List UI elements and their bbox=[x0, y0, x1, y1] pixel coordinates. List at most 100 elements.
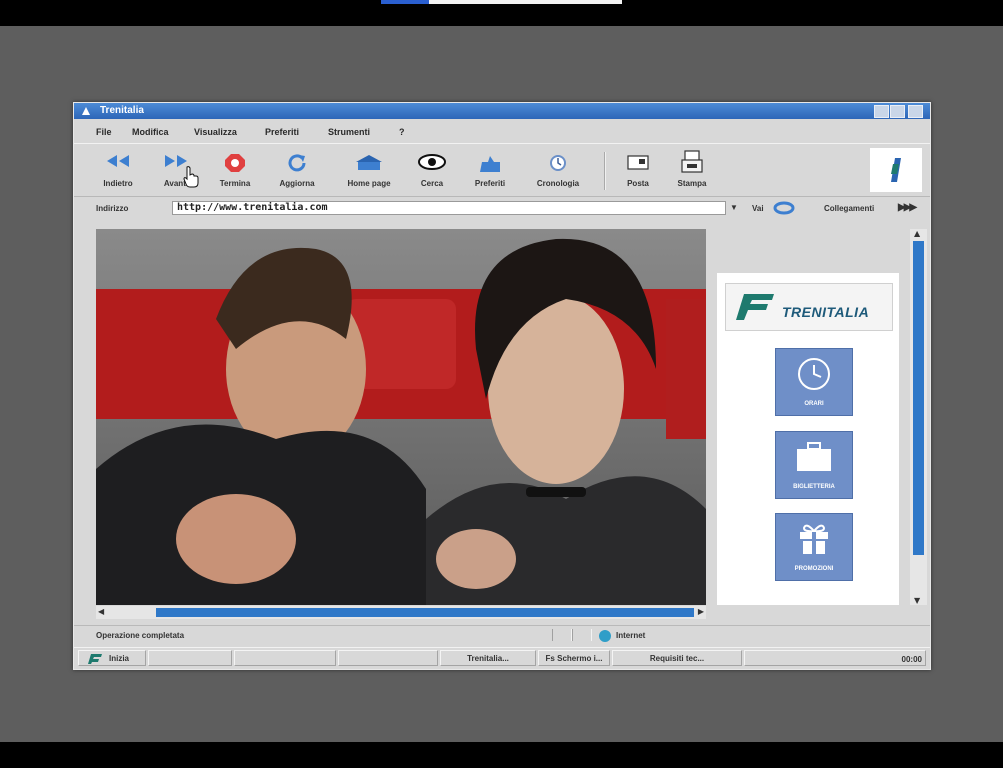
scroll-down-icon[interactable]: ▼ bbox=[914, 596, 920, 605]
taskbar-slot-empty bbox=[148, 650, 232, 666]
taskbar-item-requisiti[interactable]: Requisiti tec... bbox=[612, 650, 742, 666]
globe-icon bbox=[599, 630, 611, 642]
refresh-button[interactable]: Aggiorna bbox=[266, 144, 328, 196]
start-label: Inizia bbox=[109, 654, 130, 663]
trenitalia-logo[interactable]: TRENITALIA bbox=[725, 283, 893, 331]
history-label: Cronologia bbox=[536, 179, 580, 188]
people-photo bbox=[96, 229, 706, 605]
page-viewport: ◀ ▶ TRENITALIA ORARI BIGLIETTERIA PROMOZ… bbox=[94, 229, 930, 619]
address-label: Indirizzo bbox=[96, 204, 129, 213]
letterbox-top bbox=[0, 0, 1003, 26]
clock-icon bbox=[798, 358, 830, 390]
search-button[interactable]: Cerca bbox=[410, 144, 454, 196]
promozioni-label: PROMOZIONI bbox=[794, 566, 834, 572]
taskbar-slot-empty bbox=[234, 650, 336, 666]
hand-cursor-icon bbox=[183, 166, 199, 188]
scroll-left-icon[interactable]: ◀ bbox=[98, 607, 104, 616]
forward-button[interactable]: Avanti bbox=[148, 144, 204, 196]
start-logo-icon bbox=[88, 654, 102, 664]
app-icon bbox=[82, 107, 90, 115]
browser-throbber bbox=[870, 148, 922, 192]
letterbox-bottom bbox=[0, 742, 1003, 768]
browser-window: Trenitalia File Modifica Visualizza Pref… bbox=[73, 102, 931, 670]
toolbar: Indietro Avanti Termina Aggiorna Home pa… bbox=[74, 143, 930, 197]
home-button[interactable]: Home page bbox=[336, 144, 402, 196]
go-button[interactable]: Vai bbox=[752, 204, 764, 213]
promozioni-button[interactable]: PROMOZIONI bbox=[775, 513, 853, 581]
start-button[interactable]: Inizia bbox=[78, 650, 146, 666]
trenitalia-wordmark: TRENITALIA bbox=[782, 304, 870, 320]
stop-label: Termina bbox=[219, 179, 251, 188]
mail-button[interactable]: Posta bbox=[614, 144, 662, 196]
printer-icon bbox=[681, 150, 703, 173]
orari-button[interactable]: ORARI bbox=[775, 348, 853, 416]
stop-button[interactable]: Termina bbox=[208, 144, 262, 196]
briefcase-icon bbox=[797, 442, 831, 471]
menu-preferiti[interactable]: Preferiti bbox=[265, 127, 299, 137]
eye-search-icon bbox=[418, 154, 446, 170]
menu-strumenti[interactable]: Strumenti bbox=[328, 127, 370, 137]
print-label: Stampa bbox=[677, 179, 707, 188]
history-button[interactable]: Cronologia bbox=[526, 144, 590, 196]
go-refresh-icon[interactable] bbox=[773, 201, 795, 215]
back-arrow-icon bbox=[107, 155, 129, 167]
home-label: Home page bbox=[347, 179, 391, 188]
horizontal-scrollbar[interactable]: ◀ ▶ bbox=[96, 606, 706, 619]
search-label: Cerca bbox=[420, 179, 444, 188]
menu-file[interactable]: File bbox=[96, 127, 112, 137]
mail-icon bbox=[627, 155, 649, 170]
menu-modifica[interactable]: Modifica bbox=[132, 127, 169, 137]
biglietteria-label: BIGLIETTERIA bbox=[793, 484, 835, 490]
maximize-button[interactable] bbox=[890, 105, 905, 118]
address-dropdown-icon[interactable]: ▼ bbox=[730, 203, 738, 212]
scroll-right-icon[interactable]: ▶ bbox=[698, 607, 704, 616]
biglietteria-button[interactable]: BIGLIETTERIA bbox=[775, 431, 853, 499]
mail-label: Posta bbox=[627, 179, 649, 188]
menu-bar: File Modifica Visualizza Preferiti Strum… bbox=[74, 121, 930, 141]
back-button[interactable]: Indietro bbox=[88, 144, 148, 196]
status-cell bbox=[572, 629, 592, 641]
toolbar-separator bbox=[604, 152, 606, 190]
fs-logo-icon bbox=[736, 294, 774, 320]
home-icon bbox=[356, 155, 382, 170]
scroll-up-icon[interactable]: ▲ bbox=[914, 229, 920, 238]
print-button[interactable]: Stampa bbox=[666, 144, 718, 196]
clock: 00:00 bbox=[901, 655, 922, 664]
trenitalia-logo-icon bbox=[891, 158, 901, 182]
taskbar: Inizia Trenitalia... Fs Schermo i... Req… bbox=[74, 647, 930, 670]
status-cell bbox=[552, 629, 572, 641]
title-bar[interactable]: Trenitalia bbox=[74, 103, 930, 119]
stop-icon bbox=[225, 154, 245, 172]
address-input[interactable]: http://www.trenitalia.com bbox=[172, 201, 726, 215]
gift-icon bbox=[800, 524, 828, 554]
status-bar: Operazione completata Internet bbox=[74, 625, 930, 644]
side-panel: TRENITALIA ORARI BIGLIETTERIA PROMOZIONI bbox=[707, 229, 908, 605]
vertical-scrollbar[interactable]: ▲ ▼ bbox=[910, 229, 927, 605]
links-button[interactable]: Collegamenti bbox=[824, 204, 874, 213]
refresh-icon bbox=[288, 154, 306, 172]
orari-label: ORARI bbox=[804, 401, 824, 407]
window-title: Trenitalia bbox=[100, 105, 144, 116]
hero-photo bbox=[96, 229, 706, 605]
close-button[interactable] bbox=[908, 105, 923, 118]
menu-help[interactable]: ? bbox=[399, 127, 405, 137]
favorites-button[interactable]: Preferiti bbox=[462, 144, 518, 196]
minimize-button[interactable] bbox=[874, 105, 889, 118]
taskbar-item-trenitalia[interactable]: Trenitalia... bbox=[440, 650, 536, 666]
side-panel-content: TRENITALIA ORARI BIGLIETTERIA PROMOZIONI bbox=[717, 273, 899, 605]
clock-history-icon bbox=[550, 155, 566, 171]
menu-visualizza[interactable]: Visualizza bbox=[194, 127, 237, 137]
signal-bar-white bbox=[429, 0, 622, 4]
taskbar-item-fs-schermo[interactable]: Fs Schermo i... bbox=[538, 650, 610, 666]
signal-bar-blue bbox=[381, 0, 429, 4]
vertical-scroll-thumb[interactable] bbox=[913, 241, 924, 555]
links-chevron-icon[interactable]: ▶▶▶ bbox=[898, 202, 917, 213]
back-label: Indietro bbox=[103, 179, 133, 188]
favorites-label: Preferiti bbox=[474, 179, 506, 188]
security-zone: Internet bbox=[616, 631, 646, 640]
address-bar: Indirizzo http://www.trenitalia.com ▼ Va… bbox=[74, 197, 930, 219]
status-text: Operazione completata bbox=[96, 631, 185, 640]
favorites-icon bbox=[480, 156, 500, 172]
horizontal-scroll-thumb[interactable] bbox=[156, 608, 694, 617]
refresh-label: Aggiorna bbox=[279, 179, 315, 188]
